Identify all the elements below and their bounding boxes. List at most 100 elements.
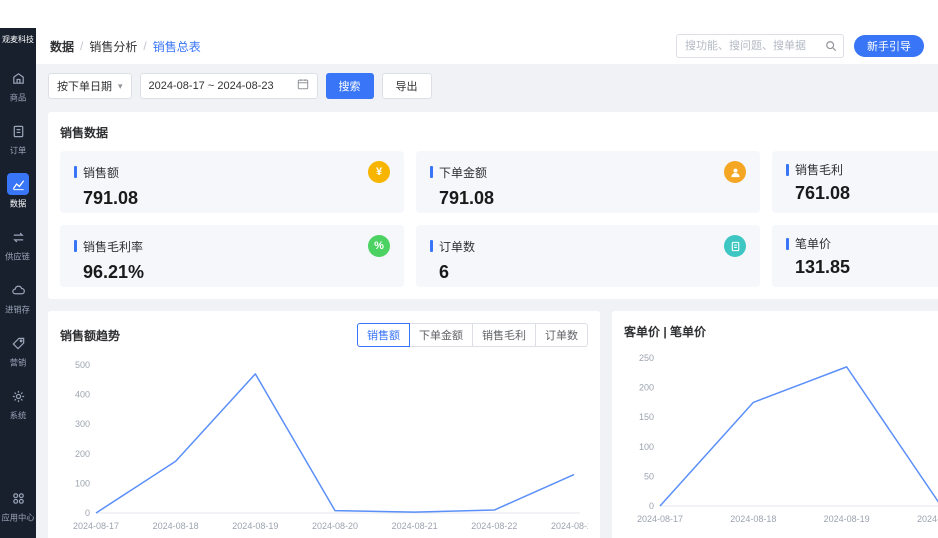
svg-text:2024-08-20: 2024-08-20: [917, 514, 938, 524]
topbar-right: 新手引导: [676, 34, 924, 58]
stat-card-order-count: 订单数 6: [416, 225, 760, 287]
breadcrumb-separator: /: [143, 39, 147, 53]
svg-text:100: 100: [75, 478, 90, 488]
sidebar-item-label: 系统: [9, 411, 27, 421]
marketing-icon: [7, 332, 29, 354]
svg-text:500: 500: [75, 360, 90, 370]
svg-text:2024-08-21: 2024-08-21: [392, 521, 438, 531]
filter-row: 按下单日期 ▾ 搜索 导出: [48, 72, 926, 100]
supply-chain-icon: [7, 226, 29, 248]
date-type-label: 按下单日期: [57, 81, 112, 93]
page-content: 按下单日期 ▾ 搜索 导出 销售数据 销售额: [36, 64, 938, 538]
stat-label: 笔单价: [795, 237, 832, 251]
accent-bar: [74, 166, 77, 178]
app-grid-icon: [7, 487, 29, 509]
date-range-picker[interactable]: [139, 73, 318, 99]
svg-text:200: 200: [639, 383, 654, 393]
section-title: 销售数据: [60, 126, 109, 140]
svg-text:50: 50: [644, 471, 654, 481]
breadcrumb-item-current[interactable]: 销售总表: [153, 38, 201, 55]
svg-text:400: 400: [75, 390, 90, 400]
stat-value: 6: [439, 262, 450, 282]
order-doc-icon: [724, 235, 746, 257]
svg-text:300: 300: [75, 419, 90, 429]
breadcrumb-item[interactable]: 销售分析: [89, 38, 137, 55]
breadcrumb-item[interactable]: 数据: [50, 38, 74, 55]
svg-text:0: 0: [649, 501, 654, 511]
sidebar-item-label: 订单: [9, 146, 27, 156]
svg-text:2024-08-19: 2024-08-19: [232, 521, 278, 531]
stat-card-sales-amount: 销售额 ¥ 791.08: [60, 151, 404, 213]
tab-order-amount[interactable]: 下单金额: [409, 323, 473, 347]
svg-text:2024-08-18: 2024-08-18: [153, 521, 199, 531]
stat-label: 下单金额: [439, 165, 488, 180]
breadcrumb: 数据 / 销售分析 / 销售总表: [50, 38, 201, 55]
app-root: 观麦科技 商品 订单 数据 供应链 进销存 营销 系统 应用中心 数据 / 销售…: [0, 28, 938, 538]
sidebar-item-label: 供应链: [5, 252, 31, 262]
sidebar-item-system[interactable]: 系统: [0, 385, 36, 422]
tab-gross-profit[interactable]: 销售毛利: [472, 323, 536, 347]
newbie-guide-button[interactable]: 新手引导: [854, 35, 924, 57]
sidebar-item-label: 进销存: [5, 305, 31, 315]
price-chart-card: 客单价 | 笔单价 0 50 100 150 200 250 2024-08-17 2024-…: [612, 311, 938, 538]
yen-icon: ¥: [368, 161, 390, 183]
sidebar-item-goods[interactable]: 商品: [0, 67, 36, 104]
svg-text:100: 100: [639, 442, 654, 452]
chart-metric-tabs: 销售额 下单金额 销售毛利 订单数: [357, 323, 588, 347]
svg-text:2024-08-17: 2024-08-17: [73, 521, 119, 531]
stat-label: 销售毛利: [795, 163, 844, 177]
sidebar-item-supply-chain[interactable]: 供应链: [0, 226, 36, 263]
sidebar-item-data[interactable]: 数据: [0, 173, 36, 210]
date-range-input[interactable]: [148, 80, 297, 92]
stat-value: 791.08: [439, 188, 495, 208]
sidebar-item-marketing[interactable]: 营销: [0, 332, 36, 369]
stat-card-per-order-price: 笔单价 131.85: [772, 225, 938, 287]
sidebar-item-label: 数据: [9, 199, 27, 209]
stat-label: 销售额: [83, 165, 120, 180]
accent-bar: [786, 237, 789, 250]
svg-text:2024-08-23: 2024-08-23: [551, 521, 588, 531]
topbar: 数据 / 销售分析 / 销售总表 新手引导: [36, 28, 938, 64]
tab-sales-amount[interactable]: 销售额: [357, 323, 410, 347]
svg-text:2024-08-18: 2024-08-18: [730, 514, 776, 524]
svg-text:2024-08-20: 2024-08-20: [312, 521, 358, 531]
global-search: [676, 34, 844, 58]
sidebar-item-app-center[interactable]: 应用中心: [0, 487, 36, 524]
search-input[interactable]: [676, 34, 844, 58]
stat-value: 96.21%: [83, 262, 145, 282]
calendar-icon: [297, 77, 309, 95]
stat-label: 销售毛利率: [83, 239, 144, 254]
date-type-select[interactable]: 按下单日期 ▾: [48, 73, 132, 99]
sales-trend-line-chart: 0 100 200 300 400 500 2024-08-17 2024-08-18 2024…: [60, 357, 597, 538]
user-icon: [724, 161, 746, 183]
chevron-down-icon: ▾: [118, 80, 123, 91]
search-icon[interactable]: [825, 39, 837, 57]
accent-bar: [430, 166, 433, 178]
sidebar-item-label: 商品: [9, 93, 27, 103]
orders-icon: [7, 120, 29, 142]
main-area: 数据 / 销售分析 / 销售总表 新手引导 按下单日期: [36, 28, 938, 538]
stat-card-gross-profit: 销售毛利 761.08: [772, 151, 938, 213]
chart-title: 客单价 | 笔单价: [624, 325, 707, 339]
stat-card-order-amount: 下单金额 791.08: [416, 151, 760, 213]
brand-logo: 观麦科技: [2, 35, 34, 44]
stat-value: 761.08: [795, 183, 851, 203]
svg-text:250: 250: [639, 353, 654, 363]
sales-trend-chart-card: 销售额趋势 销售额 下单金额 销售毛利 订单数 0 100 200 300 400 500…: [48, 311, 600, 538]
inventory-icon: [7, 279, 29, 301]
sidebar-item-inventory[interactable]: 进销存: [0, 279, 36, 316]
stat-value: 131.85: [795, 257, 851, 277]
search-button[interactable]: 搜索: [325, 73, 374, 99]
stat-value: 791.08: [83, 188, 139, 208]
accent-bar: [786, 163, 789, 176]
svg-text:2024-08-22: 2024-08-22: [471, 521, 517, 531]
svg-text:200: 200: [75, 449, 90, 459]
export-button[interactable]: 导出: [381, 73, 432, 99]
sidebar: 观麦科技 商品 订单 数据 供应链 进销存 营销 系统 应用中心: [0, 28, 36, 538]
chart-title: 销售额趋势: [60, 328, 121, 343]
sidebar-item-label: 应用中心: [1, 513, 35, 523]
tab-order-count[interactable]: 订单数: [535, 323, 588, 347]
svg-text:2024-08-17: 2024-08-17: [637, 514, 683, 524]
sidebar-item-orders[interactable]: 订单: [0, 120, 36, 157]
per-order-price-line-chart: 0 50 100 150 200 250 2024-08-17 2024-08-18 2024-…: [624, 350, 938, 533]
